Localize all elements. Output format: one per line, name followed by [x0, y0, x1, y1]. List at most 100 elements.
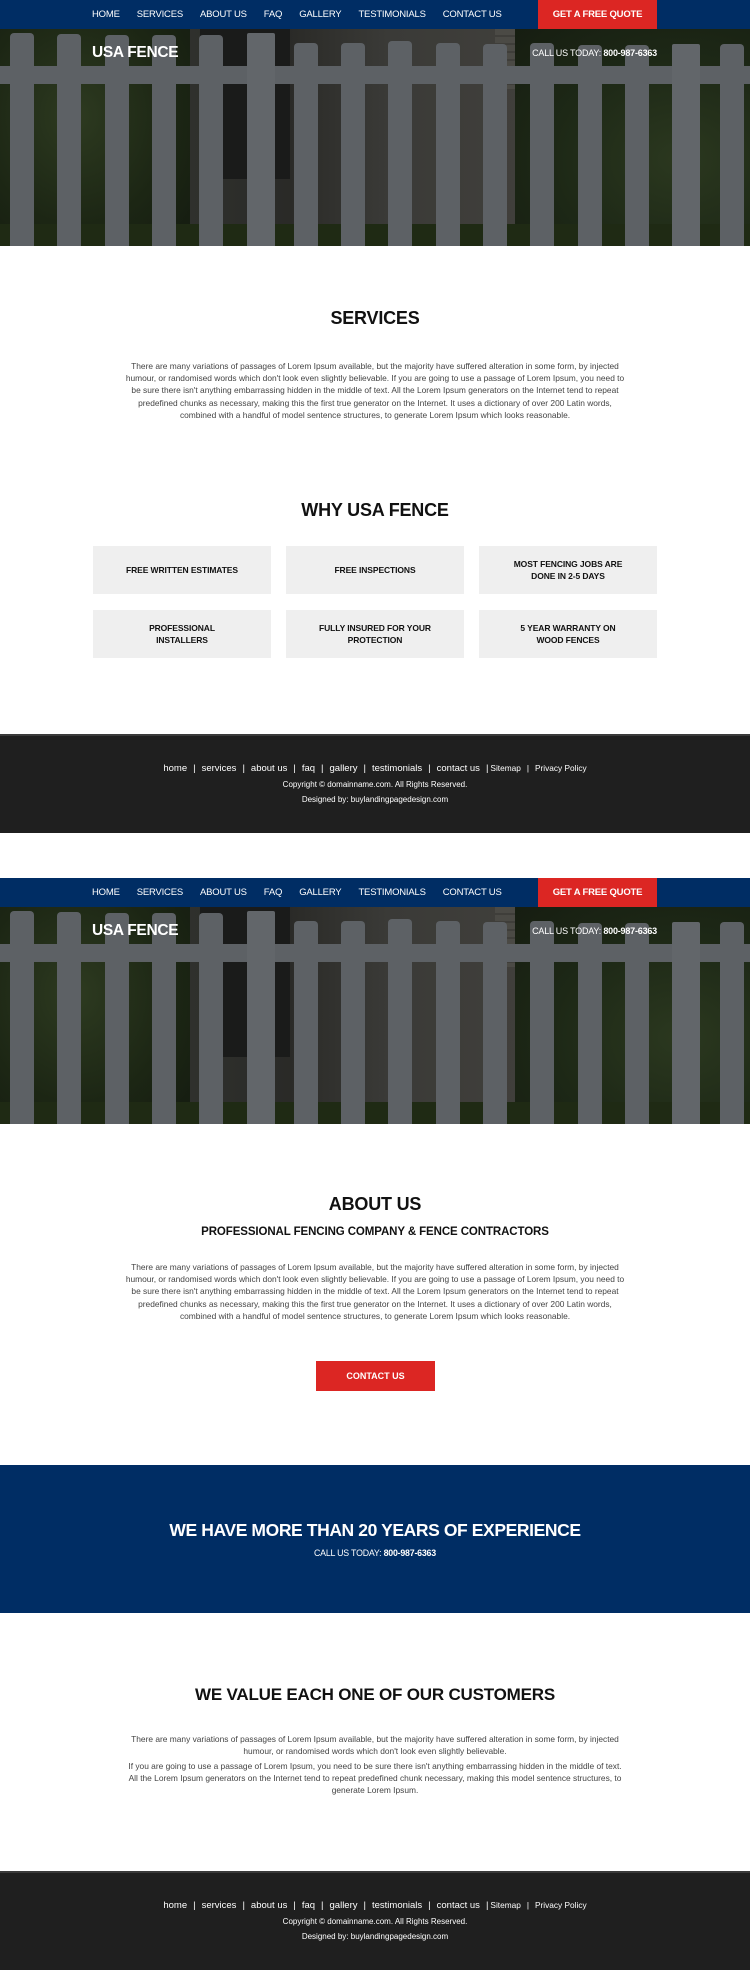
footer-link-contact-us[interactable]: contact us — [437, 763, 480, 774]
brand-logo: USA FENCE — [92, 44, 179, 61]
nav-gallery[interactable]: GALLERY — [299, 887, 341, 898]
fence-picket — [341, 43, 366, 246]
get-free-quote-button[interactable]: GET A FREE QUOTE — [538, 0, 657, 29]
footer-link-privacy-policy[interactable]: Privacy Policy — [535, 763, 587, 773]
fence-picket — [388, 41, 413, 246]
why-card: FREE WRITTEN ESTIMATES — [93, 546, 271, 594]
fence-picket — [151, 35, 176, 246]
footer-link-services[interactable]: services — [202, 763, 237, 774]
call-label: CALL US TODAY: — [314, 1548, 382, 1558]
nav-faq[interactable]: FAQ — [264, 9, 283, 20]
customers-text-1: There are many variations of passages of… — [131, 1734, 619, 1757]
services-text: There are many variations of passages of… — [125, 361, 625, 420]
footer-link-home[interactable]: home — [163, 1900, 187, 1911]
footer-link-privacy-policy[interactable]: Privacy Policy — [535, 1900, 587, 1910]
separator: | — [428, 763, 431, 774]
fence-picket — [104, 913, 129, 1124]
experience-banner: WE HAVE MORE THAN 20 YEARS OF EXPERIENCE… — [0, 1465, 750, 1613]
brand-logo: USA FENCE — [92, 922, 179, 939]
footer-link-contact-us[interactable]: contact us — [437, 1900, 480, 1911]
nav-home[interactable]: HOME — [92, 9, 120, 20]
footer: home | services | about us | faq | gallery | … — [0, 734, 750, 833]
separator: | — [242, 763, 245, 774]
phone-number[interactable]: 800-987-6363 — [603, 48, 657, 58]
nav-links: HOME SERVICES ABOUT US FAQ GALLERY TESTI… — [92, 878, 519, 907]
services-section: SERVICES There are many variations of pa… — [0, 246, 750, 734]
nav-testimonials[interactable]: TESTIMONIALS — [358, 9, 425, 20]
separator: | — [193, 1900, 196, 1911]
contact-us-button[interactable]: CONTACT US — [316, 1361, 435, 1391]
fence-picket — [293, 43, 318, 246]
why-card: MOST FENCING JOBS ARE DONE IN 2-5 DAYS — [479, 546, 657, 594]
footer-link-services[interactable]: services — [202, 1900, 237, 1911]
fence-picket — [10, 911, 34, 1124]
separator: | — [363, 1900, 366, 1911]
fence-picket — [341, 921, 366, 1124]
nav-contact-us[interactable]: CONTACT US — [443, 887, 502, 898]
why-grid: FREE WRITTEN ESTIMATES FREE INSPECTIONS … — [93, 546, 657, 658]
footer-link-about-us[interactable]: about us — [251, 763, 287, 774]
footer: home | services | about us | faq | gallery | … — [0, 1871, 750, 1970]
fence-picket — [483, 922, 507, 1124]
why-card: FREE INSPECTIONS — [286, 546, 464, 594]
fence-picket — [624, 45, 649, 246]
phone-number[interactable]: 800-987-6363 — [603, 926, 657, 936]
footer-link-faq[interactable]: faq — [302, 1900, 315, 1911]
separator: | — [363, 763, 366, 774]
fence-picket — [57, 912, 82, 1124]
nav-services[interactable]: SERVICES — [137, 887, 183, 898]
fence-picket — [10, 33, 34, 246]
experience-call-text: CALL US TODAY: 800-987-6363 — [0, 1548, 750, 1558]
fence-picket — [104, 35, 129, 246]
footer-links: home | services | about us | faq | gallery | … — [0, 1900, 750, 1911]
fence-picket — [672, 44, 701, 246]
copyright-text: Copyright © domainname.com. All Rights R… — [282, 780, 468, 789]
about-title: ABOUT US — [328, 1194, 422, 1214]
nav-faq[interactable]: FAQ — [264, 887, 283, 898]
about-section: ABOUT US PROFESSIONAL FENCING COMPANY & … — [0, 1124, 750, 1465]
about-subtitle: PROFESSIONAL FENCING COMPANY & FENCE CON… — [201, 1226, 549, 1238]
fence-picket — [388, 919, 413, 1124]
designed-by-text: Designed by: buylandingpagedesign.com — [301, 1932, 449, 1941]
copyright-text: Copyright © domainname.com. All Rights R… — [282, 1917, 468, 1926]
experience-heading: WE HAVE MORE THAN 20 YEARS OF EXPERIENCE — [169, 1520, 581, 1540]
nav-testimonials[interactable]: TESTIMONIALS — [358, 887, 425, 898]
fence-picket — [293, 921, 318, 1124]
footer-link-testimonials[interactable]: testimonials — [372, 763, 422, 774]
why-card: 5 YEAR WARRANTY ON WOOD FENCES — [479, 610, 657, 658]
nav-gallery[interactable]: GALLERY — [299, 9, 341, 20]
why-card: FULLY INSURED FOR YOUR PROTECTION — [286, 610, 464, 658]
fence-picket — [199, 35, 224, 246]
fence-picket — [719, 44, 744, 246]
nav-services[interactable]: SERVICES — [137, 9, 183, 20]
footer-link-sitemap[interactable]: Sitemap — [490, 1900, 520, 1910]
nav-about-us[interactable]: ABOUT US — [200, 887, 247, 898]
nav-home[interactable]: HOME — [92, 887, 120, 898]
get-free-quote-button[interactable]: GET A FREE QUOTE — [538, 878, 657, 907]
call-label: CALL US TODAY: — [532, 48, 602, 58]
fence-picket — [624, 923, 649, 1124]
call-us-text: CALL US TODAY: 800-987-6363 — [532, 926, 657, 936]
footer-link-about-us[interactable]: about us — [251, 1900, 287, 1911]
footer-links: home | services | about us | faq | gallery | … — [0, 763, 750, 774]
services-title: SERVICES — [330, 308, 420, 328]
about-text: There are many variations of passages of… — [125, 1262, 625, 1321]
footer-link-gallery[interactable]: gallery — [330, 763, 358, 774]
footer-link-testimonials[interactable]: testimonials — [372, 1900, 422, 1911]
fence-picket — [199, 913, 224, 1124]
separator: | — [485, 1900, 489, 1911]
footer-link-home[interactable]: home — [163, 763, 187, 774]
footer-link-sitemap[interactable]: Sitemap — [490, 763, 520, 773]
why-title: WHY USA FENCE — [301, 500, 449, 520]
footer-link-gallery[interactable]: gallery — [330, 1900, 358, 1911]
footer-link-faq[interactable]: faq — [302, 763, 315, 774]
phone-number[interactable]: 800-987-6363 — [384, 1548, 437, 1558]
nav-contact-us[interactable]: CONTACT US — [443, 9, 502, 20]
nav-about-us[interactable]: ABOUT US — [200, 9, 247, 20]
fence-picket — [577, 923, 602, 1124]
fence-picket — [483, 44, 507, 246]
top-nav: HOME SERVICES ABOUT US FAQ GALLERY TESTI… — [0, 0, 750, 29]
customers-title: WE VALUE EACH ONE OF OUR CUSTOMERS — [195, 1685, 555, 1704]
fence-picket — [530, 921, 555, 1124]
separator: | — [293, 1900, 296, 1911]
